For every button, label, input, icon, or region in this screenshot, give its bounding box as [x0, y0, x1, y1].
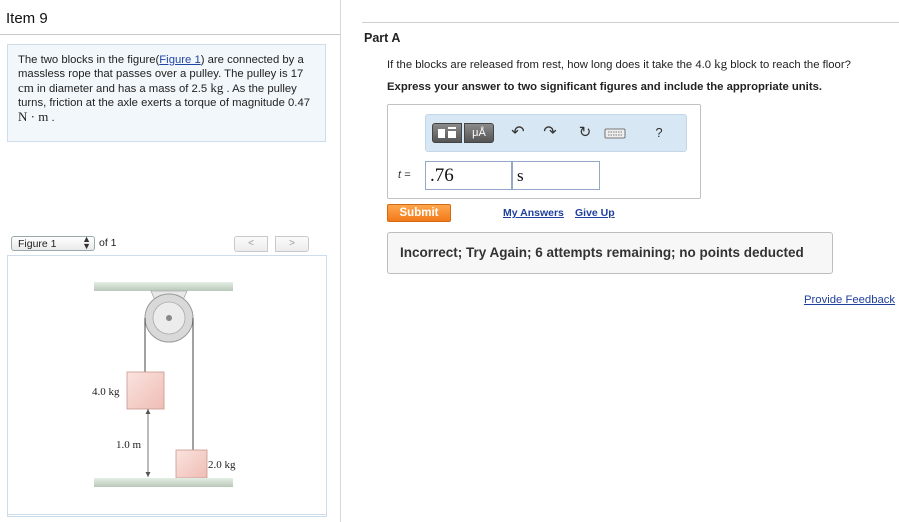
unit-kg: kg: [210, 80, 224, 95]
select-arrows-icon: ▲ ▼: [82, 234, 91, 251]
unit-cm: cm: [18, 80, 34, 95]
arrow-head-top: [145, 409, 151, 414]
figure-prev-button[interactable]: <: [234, 236, 268, 252]
mass-bottom-label: 2.0 kg: [208, 459, 236, 471]
pulley-axle: [166, 315, 172, 321]
problem-statement: The two blocks in the figure(Figure 1) a…: [7, 44, 326, 142]
figure-count: of 1: [99, 237, 117, 249]
problem-text: .: [48, 112, 55, 124]
question-unit: kg: [714, 56, 728, 71]
problem-text: in diameter and has a mass of 2.5: [33, 83, 211, 95]
figure-select[interactable]: Figure 1 ▲ ▼: [11, 234, 95, 251]
ceiling: [94, 282, 233, 291]
height-label: 1.0 m: [116, 439, 142, 451]
arrow-head-bottom: [145, 472, 151, 477]
templates-button[interactable]: [432, 123, 462, 143]
figure-toolbar: Figure 1 ▲ ▼ of 1 < >: [7, 233, 327, 255]
give-up-link[interactable]: Give Up: [575, 207, 615, 219]
redo-icon[interactable]: ↷: [540, 123, 560, 143]
figure-select-value: Figure 1: [18, 238, 57, 250]
submit-button[interactable]: Submit: [387, 204, 451, 222]
units-button[interactable]: μÅ: [464, 123, 494, 143]
divider: [7, 514, 327, 515]
undo-icon[interactable]: ↶: [508, 123, 528, 143]
mass-top-label: 4.0 kg: [92, 386, 120, 398]
block-4kg: [126, 371, 165, 410]
floor: [94, 478, 233, 487]
feedback-message: Incorrect; Try Again; 6 attempts remaini…: [387, 232, 833, 274]
question-text: If the blocks are released from rest, ho…: [387, 56, 851, 72]
figure-link[interactable]: Figure 1: [159, 54, 200, 66]
reset-icon[interactable]: ↻: [573, 123, 597, 143]
keyboard-icon[interactable]: [604, 123, 626, 143]
part-title: Part A: [364, 31, 401, 45]
instructions: Express your answer to two significant f…: [387, 81, 823, 93]
answer-value-input[interactable]: .76: [425, 161, 512, 190]
figure-next-button[interactable]: >: [275, 236, 309, 252]
question-part: block to reach the floor?: [727, 59, 851, 71]
my-answers-link[interactable]: My Answers: [503, 207, 564, 219]
divider: [0, 34, 340, 35]
answer-panel: μÅ ↶ ↷ ↻ ? t = .76 s: [387, 104, 701, 199]
divider: [362, 22, 899, 23]
templates-icon: [438, 127, 456, 138]
provide-feedback-link[interactable]: Provide Feedback: [804, 294, 895, 306]
help-icon[interactable]: ?: [651, 123, 667, 143]
variable-label: t =: [398, 169, 411, 181]
question-part: If the blocks are released from rest, ho…: [387, 59, 715, 71]
equation-toolbar: μÅ ↶ ↷ ↻ ?: [425, 114, 687, 152]
unit-nm: N · m: [18, 109, 49, 124]
answer-unit-input[interactable]: s: [512, 161, 600, 190]
figure-frame: 4.0 kg 1.0 m 2.0 kg: [7, 255, 327, 517]
item-title: Item 9: [6, 10, 48, 27]
problem-text: The two blocks in the figure(: [18, 54, 160, 66]
block-2kg: [175, 449, 208, 479]
pane-divider: [340, 0, 341, 522]
pulley-diagram: 4.0 kg 1.0 m 2.0 kg: [92, 282, 236, 487]
